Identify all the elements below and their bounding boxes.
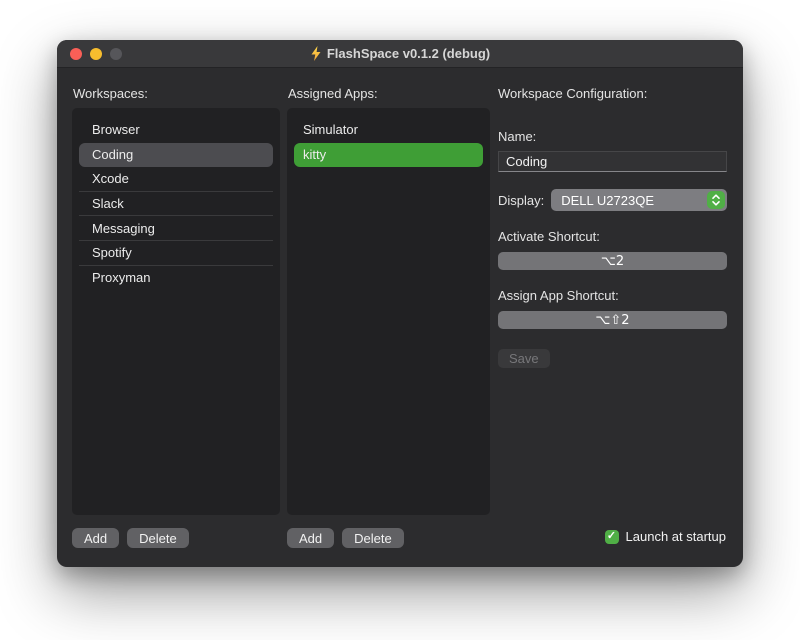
workspace-item-label: Messaging xyxy=(92,221,155,236)
assigned-app-label: kitty xyxy=(303,147,326,162)
activate-shortcut-recorder[interactable]: ⌥2 xyxy=(498,252,727,270)
launch-at-startup-row: ✓ Launch at startup xyxy=(605,529,726,544)
workspace-item-label: Slack xyxy=(92,196,124,211)
display-select[interactable]: DELL U2723QE xyxy=(551,189,727,211)
zoom-button[interactable] xyxy=(110,48,122,60)
save-button[interactable]: Save xyxy=(498,349,550,368)
workspaces-delete-button[interactable]: Delete xyxy=(127,528,189,548)
workspace-item-xcode[interactable]: Xcode xyxy=(79,167,273,192)
launch-at-startup-checkbox[interactable]: ✓ xyxy=(605,530,619,544)
assigned-app-item-simulator[interactable]: Simulator xyxy=(294,118,483,143)
window-title-text: FlashSpace v0.1.2 (debug) xyxy=(327,46,490,61)
launch-at-startup-label: Launch at startup xyxy=(626,529,726,544)
workspace-item-label: Proxyman xyxy=(92,270,151,285)
assigned-apps-delete-button[interactable]: Delete xyxy=(342,528,404,548)
assign-app-shortcut-label: Assign App Shortcut: xyxy=(498,288,727,303)
workspace-item-label: Xcode xyxy=(92,171,129,186)
chevron-up-down-icon xyxy=(707,191,725,209)
assigned-apps-list: Simulator kitty xyxy=(287,108,490,515)
minimize-button[interactable] xyxy=(90,48,102,60)
display-selected-value: DELL U2723QE xyxy=(561,193,707,208)
workspaces-list: Browser Coding Xcode Slack Messaging Spo… xyxy=(72,108,280,515)
display-label: Display: xyxy=(498,193,544,208)
activate-shortcut-label: Activate Shortcut: xyxy=(498,229,727,244)
close-button[interactable] xyxy=(70,48,82,60)
assign-app-shortcut-recorder[interactable]: ⌥⇧2 xyxy=(498,311,727,329)
workspace-item-spotify[interactable]: Spotify xyxy=(79,241,273,266)
app-window: FlashSpace v0.1.2 (debug) Workspaces: Br… xyxy=(57,40,743,567)
configuration-heading: Workspace Configuration: xyxy=(498,86,727,101)
workspace-item-label: Browser xyxy=(92,122,140,137)
workspace-item-label: Spotify xyxy=(92,245,132,260)
workspaces-heading: Workspaces: xyxy=(73,86,148,101)
name-label: Name: xyxy=(498,129,727,144)
workspace-item-slack[interactable]: Slack xyxy=(79,192,273,217)
workspace-item-label: Coding xyxy=(92,147,133,162)
assigned-apps-add-button[interactable]: Add xyxy=(287,528,334,548)
titlebar[interactable]: FlashSpace v0.1.2 (debug) xyxy=(57,40,743,68)
assigned-apps-heading: Assigned Apps: xyxy=(288,86,378,101)
desktop-background: FlashSpace v0.1.2 (debug) Workspaces: Br… xyxy=(0,0,800,640)
workspace-item-messaging[interactable]: Messaging xyxy=(79,216,273,241)
workspace-item-browser[interactable]: Browser xyxy=(79,118,273,143)
workspaces-add-button[interactable]: Add xyxy=(72,528,119,548)
name-input[interactable] xyxy=(498,151,727,172)
traffic-lights xyxy=(70,40,122,68)
lightning-bolt-icon xyxy=(310,46,322,61)
workspace-item-proxyman[interactable]: Proxyman xyxy=(79,266,273,291)
workspace-configuration-panel: Workspace Configuration: Name: Display: … xyxy=(498,86,727,368)
workspace-item-coding[interactable]: Coding xyxy=(79,143,273,168)
assigned-app-label: Simulator xyxy=(303,122,358,137)
checkmark-icon: ✓ xyxy=(607,531,616,542)
window-title: FlashSpace v0.1.2 (debug) xyxy=(310,46,490,61)
assigned-app-item-kitty[interactable]: kitty xyxy=(294,143,483,168)
